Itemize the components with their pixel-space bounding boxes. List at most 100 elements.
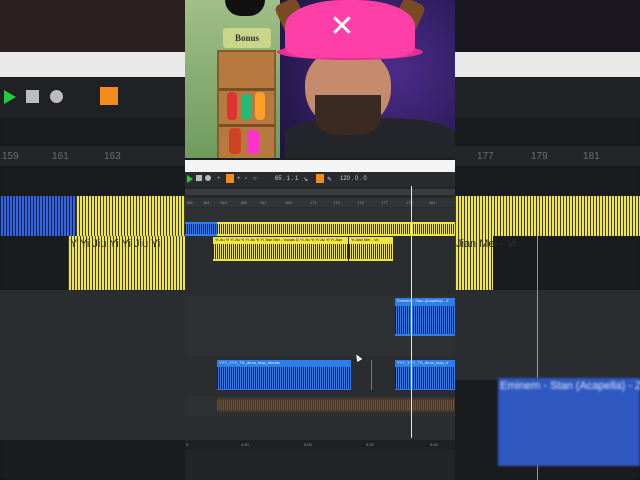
background-empty-lane <box>0 290 185 440</box>
background-yellow-clip: Y Yi Jiu Yi Yi Jiu Yi <box>68 236 185 290</box>
background-stop-icon <box>26 90 39 103</box>
background-transport-left <box>0 78 185 118</box>
clip-waveform <box>217 400 455 410</box>
audio-clip-drums[interactable]: YYY_YYY_TS_drum_loop_e <box>395 360 455 390</box>
audio-clip-drums[interactable]: YYY_YYY_TS_drum_loop_ebeats <box>217 360 351 390</box>
ruler-tick: 181 <box>429 200 436 205</box>
overview-bar <box>185 189 455 195</box>
add-icon[interactable]: + <box>237 176 241 182</box>
clip-waveform <box>349 244 393 259</box>
clip-waveform <box>217 224 455 234</box>
time-ruler[interactable]: 0 4:40 5:00 5:20 5:40 <box>185 440 455 450</box>
background-orange-button <box>100 87 118 105</box>
arrangement-view[interactable]: 159 161 163 165 167 169 171 173 175 177 … <box>185 186 455 441</box>
background-white-strip-left <box>0 52 185 77</box>
ruler-tick: 175 <box>357 200 364 205</box>
loop-icon[interactable]: ▫ <box>245 176 247 182</box>
background-empty-lane <box>455 290 640 380</box>
background-blue-clip: Eminem - Stan (Acapella) - Z <box>498 378 640 466</box>
webcam-sign: Bonus <box>223 28 271 48</box>
background-clip-label: Eminem - Stan (Acapella) - Z <box>500 380 640 392</box>
ruler-tick: 159 <box>186 200 193 205</box>
time-tick: 4:40 <box>241 442 249 447</box>
audio-clip-texture[interactable] <box>217 398 455 412</box>
audio-clip-vocals[interactable]: Yi Jiu Yi Yi Jiu Yi Yi Jiu Yi Yi Jian Me… <box>213 237 348 261</box>
ruler-tick: 177 <box>381 200 388 205</box>
ruler-tick: 165 <box>240 200 247 205</box>
track-lane-6[interactable] <box>185 416 455 441</box>
draw-mode-icon[interactable]: ✎ <box>327 176 332 183</box>
background-ruler-left: 159 161 163 <box>0 146 185 166</box>
shelf-row <box>219 124 274 127</box>
audio-clip-vocals[interactable]: Yi Jian Mei - Vo <box>349 237 393 261</box>
background-yellow-clip <box>455 196 640 236</box>
add-icon[interactable]: + <box>217 176 221 182</box>
clip-title: Eminem - Stan (Acapella) - Z <box>397 298 449 303</box>
ruler-tick: 169 <box>285 200 292 205</box>
audio-clip-acapella[interactable]: Eminem - Stan (Acapella) - Z <box>395 298 455 336</box>
automation-arm-button[interactable] <box>226 174 234 183</box>
ruler-tick: 167 <box>260 200 267 205</box>
background-yellow-clip <box>76 196 185 236</box>
figurine <box>229 128 241 154</box>
clip-waveform <box>217 367 351 389</box>
beard <box>315 95 381 135</box>
background-play-icon <box>4 90 16 104</box>
ruler-tick: 171 <box>310 200 317 205</box>
background-record-icon <box>50 90 63 103</box>
background-clip-label: Y Yi Jiu Yi Yi Jiu Yi <box>70 238 161 250</box>
audio-clip[interactable] <box>185 222 217 236</box>
stop-icon[interactable] <box>196 175 202 181</box>
time-tick: 5:40 <box>430 442 438 447</box>
ruler-tick: 173 <box>333 200 340 205</box>
bg-ruler-tick: 161 <box>52 151 69 162</box>
bg-ruler-tick: 179 <box>531 151 548 162</box>
playhead[interactable] <box>411 186 412 438</box>
clip-waveform <box>185 224 217 234</box>
background-yellow-clip: Jian Mei - Vi <box>455 236 516 290</box>
bar-position-readout[interactable]: 65 . 1 . 1 <box>275 176 298 182</box>
beat-ruler[interactable]: 159 161 163 165 167 169 171 173 175 177 … <box>185 198 455 207</box>
loop-marker <box>371 360 372 390</box>
shelf-row <box>219 88 274 91</box>
time-tick: 5:00 <box>304 442 312 447</box>
transport-toolbar: + + ▫ ○ 65 . 1 . 1 ↘ ✎ 120 . 0 . 0 <box>185 172 455 186</box>
bg-ruler-tick: 159 <box>2 151 19 162</box>
settings-icon[interactable]: ○ <box>253 176 257 182</box>
background-webcam-strip-right <box>455 0 640 52</box>
tempo-readout[interactable]: 120 . 0 . 0 <box>340 176 367 182</box>
audio-clip[interactable] <box>217 222 455 236</box>
hat-cross-icon: ✕ <box>329 9 355 44</box>
figurine <box>255 92 265 120</box>
clip-waveform <box>395 367 455 389</box>
background-clip-label: Jian Mei - Vi <box>456 238 517 250</box>
bg-ruler-tick: 177 <box>477 151 494 162</box>
play-icon[interactable] <box>187 175 193 183</box>
clip-waveform <box>213 244 348 259</box>
figurine <box>241 94 251 120</box>
bg-ruler-tick: 163 <box>104 151 121 162</box>
clip-waveform <box>395 306 455 334</box>
record-icon[interactable] <box>205 175 211 181</box>
bg-ruler-tick: 181 <box>583 151 600 162</box>
separator-bar <box>185 160 455 172</box>
figurine <box>247 130 259 154</box>
follow-icon[interactable]: ↘ <box>303 176 308 183</box>
clip-title: Yi Jian Mei - Vo <box>351 237 379 242</box>
background-blue-clip <box>0 196 76 236</box>
loop-toggle-button[interactable] <box>316 174 324 183</box>
webcam-feed: Bonus ✕ <box>185 0 455 158</box>
figurine <box>227 92 237 120</box>
clip-title: Yi Jiu Yi Yi Jiu Yi Yi Jiu Yi Yi Jian Me… <box>215 237 343 242</box>
background-white-strip-right <box>455 52 640 77</box>
overview-strip[interactable] <box>185 186 455 198</box>
time-tick: 0 <box>186 442 189 447</box>
ruler-tick: 163 <box>220 200 227 205</box>
background-transport-right <box>455 78 640 118</box>
ruler-tick: 161 <box>203 200 210 205</box>
background-webcam-strip-left <box>0 0 185 52</box>
clip-title: YYY_YYY_TS_drum_loop_e <box>397 360 449 365</box>
center-panel: Bonus ✕ + + ▫ ○ 65 . 1 . 1 ↘ ✎ 120 . 0 .… <box>185 0 455 480</box>
bottom-panel <box>185 450 455 480</box>
clip-title: YYY_YYY_TS_drum_loop_ebeats <box>219 360 280 365</box>
